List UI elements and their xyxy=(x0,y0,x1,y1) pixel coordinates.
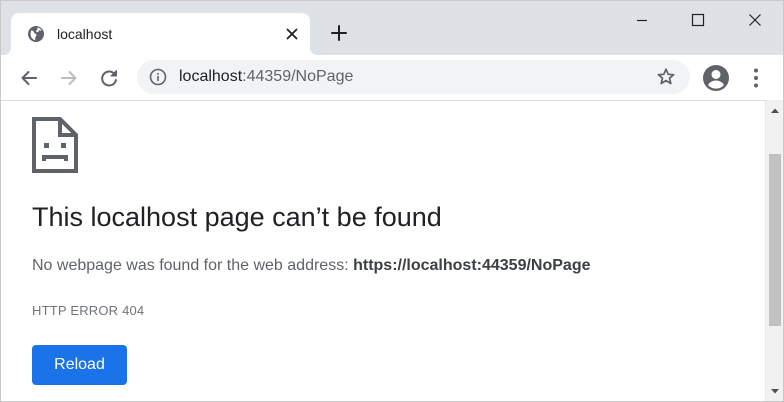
reload-button[interactable]: Reload xyxy=(32,345,127,385)
error-description: No webpage was found for the web address… xyxy=(32,256,590,276)
plus-icon[interactable] xyxy=(327,21,351,45)
toolbar: localhost:44359/NoPage xyxy=(1,55,783,100)
star-icon[interactable] xyxy=(655,66,677,88)
scroll-down-icon[interactable] xyxy=(766,383,783,400)
reload-icon[interactable] xyxy=(95,64,123,92)
address-bar[interactable]: localhost:44359/NoPage xyxy=(137,60,690,94)
url-text[interactable]: localhost:44359/NoPage xyxy=(179,68,353,86)
browser-window: localhost localhost:44359/NoPage This lo… xyxy=(0,0,784,402)
account-circle-icon[interactable] xyxy=(701,63,731,93)
tab-localhost[interactable]: localhost xyxy=(3,13,318,55)
minimize-icon[interactable] xyxy=(619,1,665,41)
vertical-scrollbar[interactable] xyxy=(765,100,783,401)
more-vert-icon[interactable] xyxy=(745,64,767,92)
maximize-icon[interactable] xyxy=(675,1,721,41)
close-tab-icon[interactable] xyxy=(283,25,301,43)
tab-strip: localhost xyxy=(1,1,783,55)
scrollbar-thumb[interactable] xyxy=(769,154,781,326)
info-icon[interactable] xyxy=(149,68,167,86)
back-arrow-icon[interactable] xyxy=(15,64,43,92)
sad-document-icon xyxy=(32,117,78,173)
scroll-up-icon[interactable] xyxy=(766,102,783,119)
close-icon[interactable] xyxy=(732,1,778,41)
globe-icon xyxy=(27,25,45,43)
error-headline: This localhost page can’t be found xyxy=(32,202,442,232)
tab-title: localhost xyxy=(57,26,113,42)
error-code: HTTP ERROR 404 xyxy=(32,303,145,318)
page-content: This localhost page can’t be found No we… xyxy=(1,100,765,401)
url-host: localhost xyxy=(179,68,243,85)
forward-arrow-icon[interactable] xyxy=(55,64,83,92)
description-url: https://localhost:44359/NoPage xyxy=(353,257,591,274)
description-text: No webpage was found for the web address… xyxy=(32,257,354,274)
url-path: :44359/NoPage xyxy=(242,68,354,85)
